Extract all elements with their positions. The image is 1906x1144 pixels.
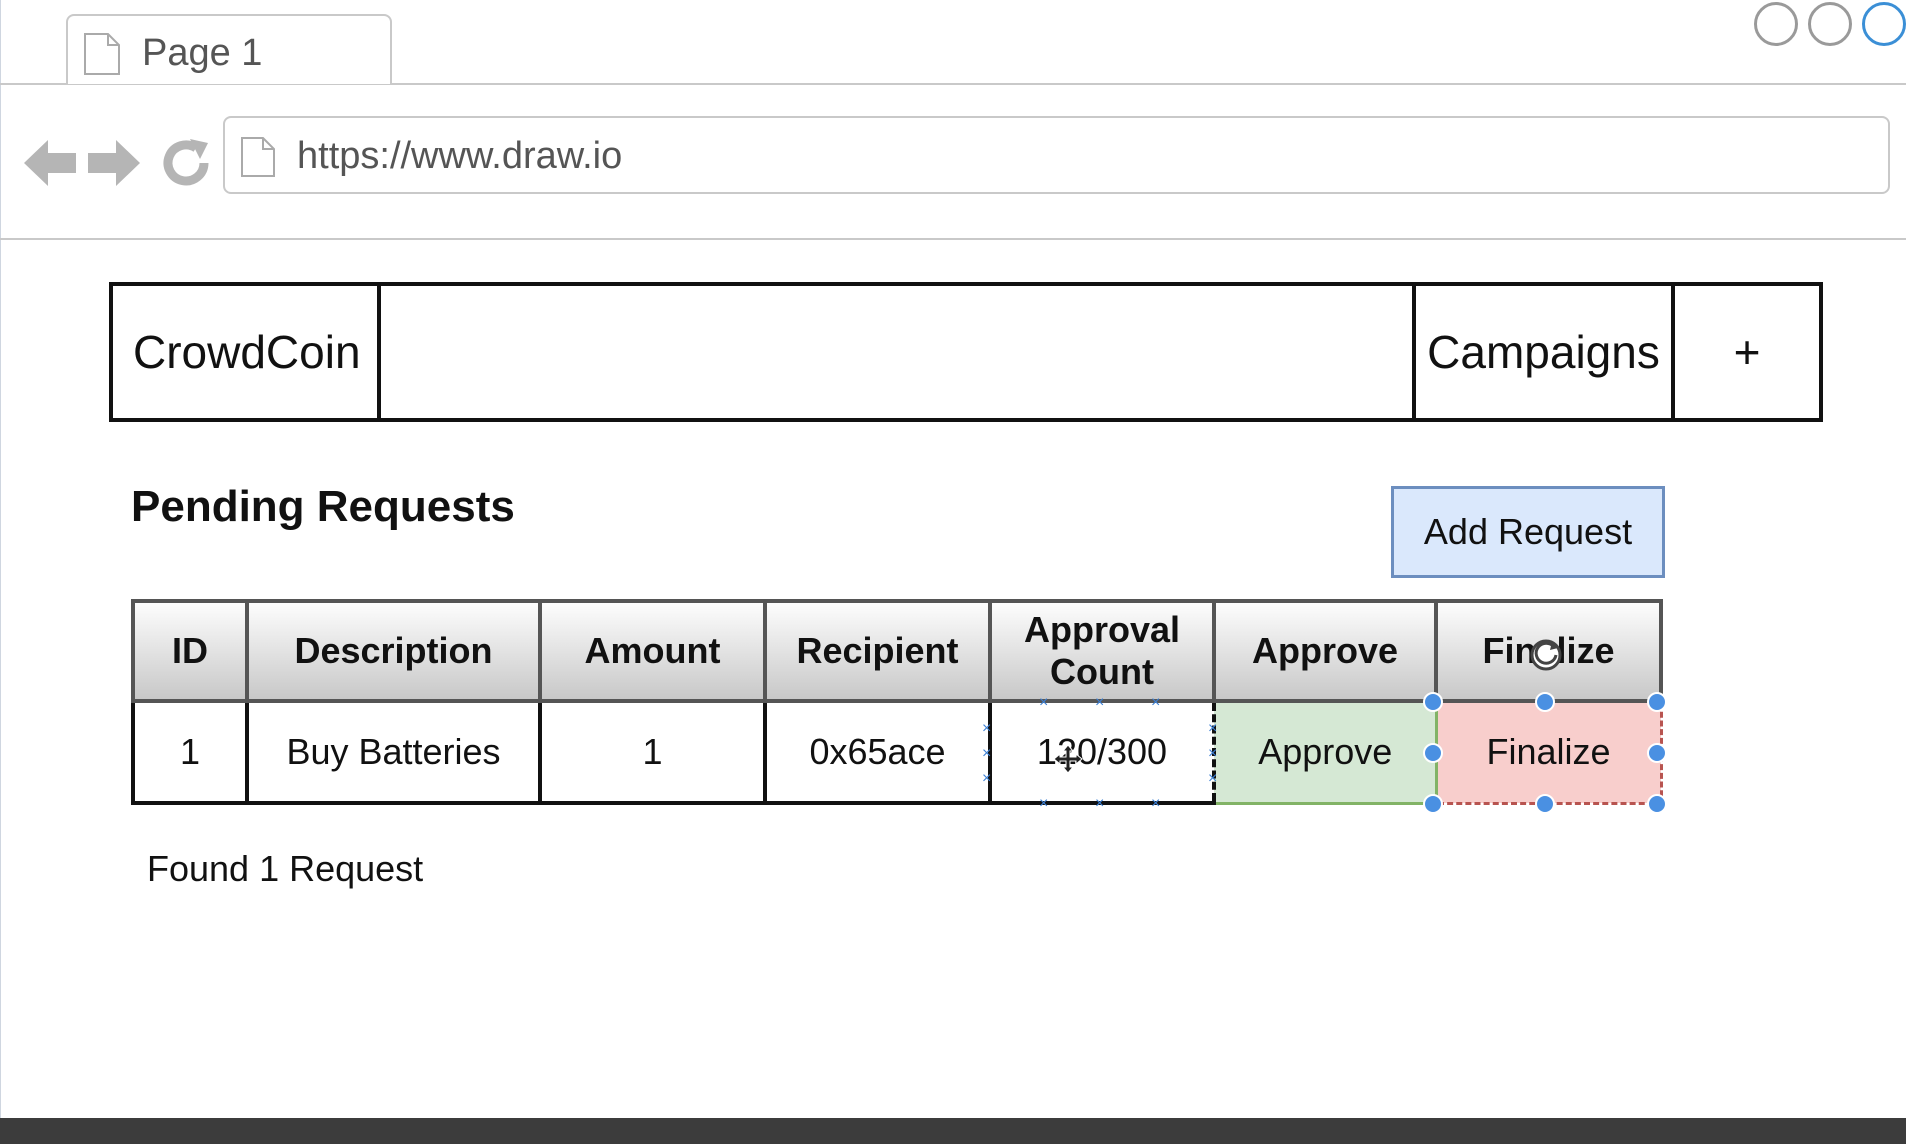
move-cursor-icon <box>1053 744 1083 779</box>
connection-point-icon[interactable]: × <box>1039 695 1048 711</box>
tab-strip: Page 1 <box>0 0 1906 85</box>
connection-point-icon[interactable]: × <box>1208 746 1217 762</box>
cell-amount: 1 <box>538 699 767 805</box>
resize-handle[interactable] <box>1647 743 1667 763</box>
rotate-icon[interactable] <box>1528 637 1564 678</box>
connection-point-icon[interactable]: × <box>1151 796 1160 812</box>
brand-logo[interactable]: CrowdCoin <box>113 286 381 418</box>
cell-recipient: 0x65ace <box>763 699 992 805</box>
resize-handle[interactable] <box>1647 794 1667 814</box>
add-request-button[interactable]: Add Request <box>1391 486 1665 578</box>
request-count-text: Found 1 Request <box>147 848 424 889</box>
page-title: Pending Requests <box>131 482 515 531</box>
header-approve: Approve <box>1212 599 1438 703</box>
resize-handle[interactable] <box>1647 692 1667 712</box>
resize-handle[interactable] <box>1535 794 1555 814</box>
connection-point-icon[interactable]: × <box>1151 695 1160 711</box>
connection-point-icon[interactable]: × <box>1208 771 1217 787</box>
header-amount: Amount <box>538 599 767 703</box>
maximize-button[interactable] <box>1808 2 1852 46</box>
url-text: https://www.draw.io <box>297 135 623 177</box>
left-rule <box>0 0 1 1118</box>
resize-handle[interactable] <box>1423 794 1443 814</box>
bottom-bar <box>0 1118 1906 1144</box>
close-button[interactable] <box>1862 2 1906 46</box>
resize-handle[interactable] <box>1535 692 1555 712</box>
connection-point-icon[interactable]: × <box>1095 796 1104 812</box>
header-recipient: Recipient <box>763 599 992 703</box>
connection-point-icon[interactable]: × <box>1039 796 1048 812</box>
table-header-row: ID Description Amount Recipient Approval… <box>131 599 1663 703</box>
minimize-button[interactable] <box>1754 2 1798 46</box>
connection-point-icon[interactable]: × <box>982 771 991 787</box>
reload-icon[interactable] <box>160 137 212 189</box>
resize-handle[interactable] <box>1423 692 1443 712</box>
navigation-controls <box>22 134 212 192</box>
navbar-spacer <box>381 286 1416 418</box>
page-icon <box>82 32 122 81</box>
connection-point-icon[interactable]: × <box>982 721 991 737</box>
finalize-button[interactable]: Finalize <box>1434 699 1663 805</box>
header-id: ID <box>131 599 249 703</box>
back-arrow-icon[interactable] <box>22 136 78 190</box>
header-approval-line1: Approval <box>1023 609 1181 650</box>
cell-id: 1 <box>131 699 249 805</box>
connection-point-icon[interactable]: × <box>1208 721 1217 737</box>
connection-point-icon[interactable]: × <box>982 746 991 762</box>
app-navbar: CrowdCoin Campaigns + <box>109 282 1823 422</box>
add-campaign-button[interactable]: + <box>1675 286 1819 418</box>
tab-title: Page 1 <box>142 32 263 74</box>
campaigns-link[interactable]: Campaigns <box>1416 286 1675 418</box>
page-icon <box>239 136 277 183</box>
header-approval-count: Approval Count <box>988 599 1216 703</box>
connection-point-icon[interactable]: × <box>1095 695 1104 711</box>
chrome-divider <box>0 238 1906 240</box>
header-approval-line2: Count <box>1050 651 1154 692</box>
cell-approval-count[interactable]: 120/300 <box>988 699 1216 805</box>
forward-arrow-icon[interactable] <box>86 136 142 190</box>
header-description: Description <box>245 599 542 703</box>
resize-handle[interactable] <box>1423 743 1443 763</box>
approve-button[interactable]: Approve <box>1212 699 1438 805</box>
cell-description: Buy Batteries <box>245 699 542 805</box>
browser-tab[interactable]: Page 1 <box>66 14 392 84</box>
address-bar[interactable]: https://www.draw.io <box>223 116 1890 194</box>
window-controls <box>1754 2 1906 54</box>
